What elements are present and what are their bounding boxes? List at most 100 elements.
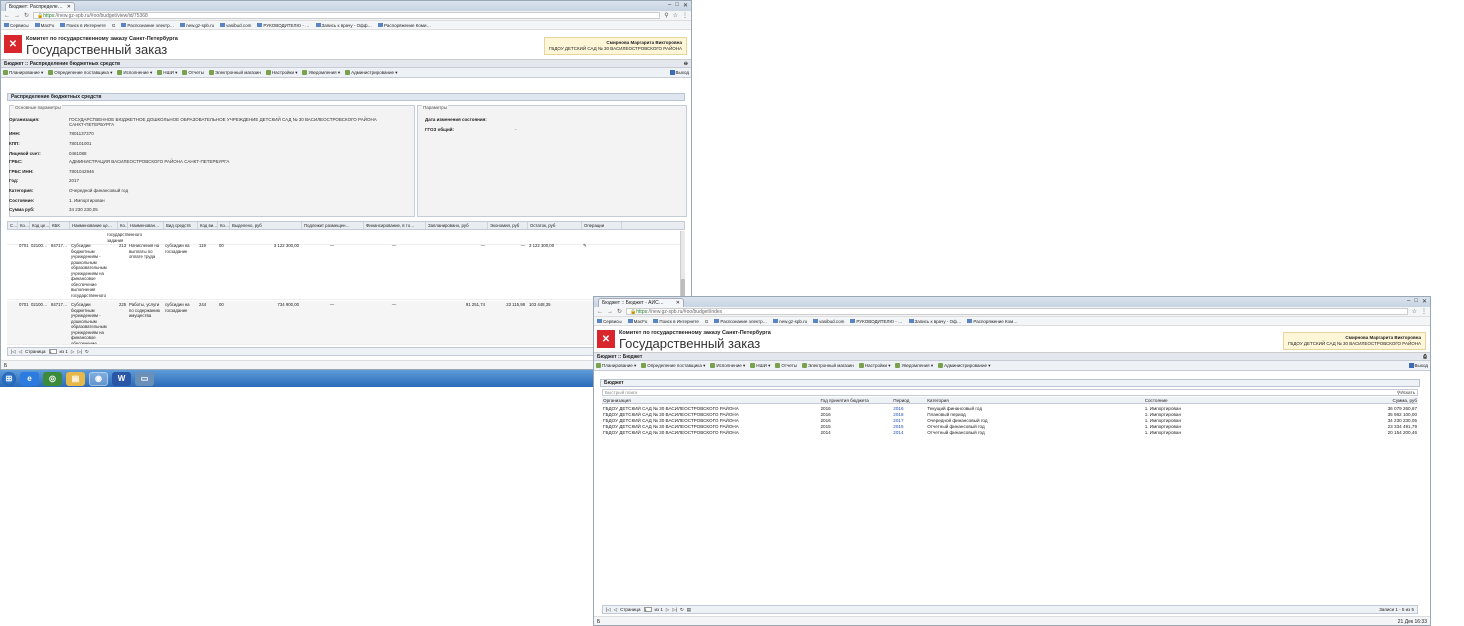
edit-icon[interactable]: ✎: [581, 242, 621, 299]
close-tab-icon[interactable]: ✕: [67, 4, 71, 10]
page-input[interactable]: [643, 607, 652, 612]
period-link[interactable]: 2014: [892, 430, 926, 435]
next-page-icon[interactable]: ▷: [71, 349, 74, 355]
menu-execution[interactable]: Исполнение ▾: [117, 70, 152, 76]
table-row[interactable]: ГБДОУ ДЕТСКИЙ САД № 30 ВАСИЛЕОСТРОВСКОГО…: [602, 406, 1418, 411]
col-header[interactable]: Финансирование, в то…: [364, 222, 426, 229]
back-icon[interactable]: ←: [4, 13, 10, 19]
first-page-icon[interactable]: |◁: [11, 349, 16, 355]
col-header[interactable]: Операции: [582, 222, 622, 229]
bookmark-item[interactable]: vasibud.com: [220, 23, 251, 28]
export-icon[interactable]: ▤: [687, 607, 691, 613]
bookmark-item[interactable]: Сервисы: [597, 319, 622, 324]
col-header[interactable]: Код ви…: [198, 222, 218, 229]
menu-reports[interactable]: Отчеты: [775, 363, 797, 368]
col-header[interactable]: Состояние: [1144, 398, 1361, 403]
folder-icon[interactable]: ▤: [66, 371, 85, 386]
bookmark-item[interactable]: Распоряжение Коми…: [378, 23, 431, 28]
reload-icon[interactable]: ↻: [617, 308, 622, 315]
col-header[interactable]: Экономия, руб: [488, 222, 528, 229]
menu-reports[interactable]: Отчеты: [182, 70, 204, 75]
menu-icon[interactable]: ⋮: [682, 12, 688, 19]
start-button[interactable]: ⊞: [2, 371, 16, 386]
menu-eshop[interactable]: Электронный магазин: [208, 70, 261, 75]
menu-nshi[interactable]: НШИ ▾: [157, 70, 177, 76]
col-header[interactable]: Категория: [926, 398, 1143, 403]
maximize-icon[interactable]: □: [675, 2, 679, 9]
menu-planning[interactable]: Планирование ▾: [596, 363, 636, 369]
last-page-icon[interactable]: ▷|: [77, 349, 82, 355]
col-header[interactable]: Сумма, руб: [1361, 398, 1418, 403]
minimize-icon[interactable]: –: [1407, 298, 1410, 305]
first-page-icon[interactable]: |◁: [606, 607, 611, 613]
browser-tab[interactable]: Бюджет :: Бюджет - АИС… ✕: [598, 298, 684, 307]
user-box[interactable]: Смирнова Маргарита Викторовна ГБДОУ ДЕТС…: [543, 37, 687, 55]
table-row[interactable]: ГБДОУ ДЕТСКИЙ САД № 30 ВАСИЛЕОСТРОВСКОГО…: [602, 424, 1418, 429]
back-icon[interactable]: ←: [597, 309, 603, 315]
bookmark-item[interactable]: MacFu: [627, 319, 647, 324]
menu-admin[interactable]: Администрирование ▾: [938, 363, 991, 369]
bookmark-item[interactable]: Запись к врачу - Оф…: [908, 319, 961, 324]
page-input[interactable]: [48, 349, 57, 354]
col-header[interactable]: Ко…: [218, 222, 230, 229]
menu-icon[interactable]: ⋮: [1421, 308, 1427, 315]
bookmark-item[interactable]: Запись к врачу - Офф…: [315, 23, 372, 28]
col-header[interactable]: Год принятия бюджета: [819, 398, 892, 403]
period-link[interactable]: 2016: [892, 406, 926, 411]
ie-icon[interactable]: e: [20, 371, 39, 386]
col-header[interactable]: КБК: [50, 222, 70, 229]
bookmark-item[interactable]: РУКОВОДИТЕЛЮ - …: [257, 23, 310, 28]
maximize-icon[interactable]: □: [1414, 298, 1418, 305]
close-tab-icon[interactable]: ✕: [676, 300, 680, 306]
emblem-logo[interactable]: ✕: [597, 330, 615, 348]
search-button[interactable]: ⚲Искать: [1397, 390, 1415, 396]
col-header[interactable]: Вид средств: [164, 222, 198, 229]
url-field[interactable]: 🔒 https://new.gz-spb.ru/#oo/budget/index: [626, 308, 1408, 315]
print-icon[interactable]: ⎙: [1423, 354, 1427, 360]
menu-planning[interactable]: Планирование ▾: [3, 70, 43, 76]
emblem-logo[interactable]: ✕: [4, 35, 22, 53]
menu-notifications[interactable]: Уведомления ▾: [895, 363, 933, 369]
col-header[interactable]: Остаток, руб: [528, 222, 582, 229]
table-row[interactable]: 0701 02100… 84717… Субсидии бюджетным уч…: [7, 301, 681, 345]
table-row[interactable]: 0701 02100… 84717… Субсидии бюджетным уч…: [7, 242, 681, 300]
menu-settings[interactable]: Настройки ▾: [265, 70, 297, 76]
col-header[interactable]: Ко…: [118, 222, 128, 229]
bookmark-item[interactable]: MacFu: [34, 23, 54, 28]
menu-settings[interactable]: Настройки ▾: [858, 363, 890, 369]
user-box[interactable]: Смирнова Маргарита Викторовна ГБДОУ ДЕТС…: [1282, 332, 1426, 350]
bookmark-item[interactable]: Поиск в Интернете: [60, 23, 106, 28]
col-header[interactable]: Наименование це…: [70, 222, 118, 229]
bookmark-item[interactable]: РУКОВОДИТЕЛЮ - …: [850, 319, 903, 324]
reload-icon[interactable]: ↻: [24, 12, 29, 19]
app-icon[interactable]: ◎: [43, 371, 62, 386]
minimize-icon[interactable]: –: [668, 2, 671, 9]
bookmark-item[interactable]: Распоряжение Ком…: [967, 319, 1018, 324]
col-header[interactable]: Организация: [602, 398, 819, 403]
period-link[interactable]: 2017: [892, 418, 926, 423]
bookmark-item[interactable]: G: [705, 319, 709, 324]
bookmark-item[interactable]: Распознание электр…: [714, 319, 767, 324]
period-link[interactable]: 2018: [892, 412, 926, 417]
menu-supplier[interactable]: Определение поставщика ▾: [48, 70, 112, 76]
bookmark-item[interactable]: vasibud.com: [813, 319, 844, 324]
menu-eshop[interactable]: Электронный магазин: [801, 363, 854, 368]
collapse-icon[interactable]: ⊖: [684, 61, 688, 67]
period-link[interactable]: 2015: [892, 424, 926, 429]
quick-search[interactable]: Быстрый поиск ⚲Искать: [602, 389, 1418, 396]
table-row[interactable]: ГБДОУ ДЕТСКИЙ САД № 30 ВАСИЛЕОСТРОВСКОГО…: [602, 430, 1418, 435]
bookmark-item[interactable]: Сервисы: [4, 23, 29, 28]
menu-execution[interactable]: Исполнение ▾: [710, 363, 745, 369]
bookmark-item[interactable]: Распознание электр…: [121, 23, 174, 28]
col-header[interactable]: Подлежит размещен…: [302, 222, 364, 229]
close-window-icon[interactable]: ✕: [1422, 298, 1427, 305]
menu-nshi[interactable]: НШИ ▾: [750, 363, 770, 369]
last-page-icon[interactable]: ▷|: [672, 607, 677, 613]
url-field[interactable]: 🔒 https://new.gz-spb.ru/#oo/budget/view/…: [33, 12, 661, 19]
refresh-icon[interactable]: ↻: [680, 607, 684, 613]
search-input[interactable]: Быстрый поиск: [605, 390, 637, 395]
prev-page-icon[interactable]: ◁: [19, 349, 22, 355]
table-row[interactable]: ГБДОУ ДЕТСКИЙ САД № 30 ВАСИЛЕОСТРОВСКОГО…: [602, 418, 1418, 423]
col-header[interactable]: Выделено, руб: [230, 222, 302, 229]
bookmark-item[interactable]: new.gz-spb.ru: [180, 23, 214, 28]
